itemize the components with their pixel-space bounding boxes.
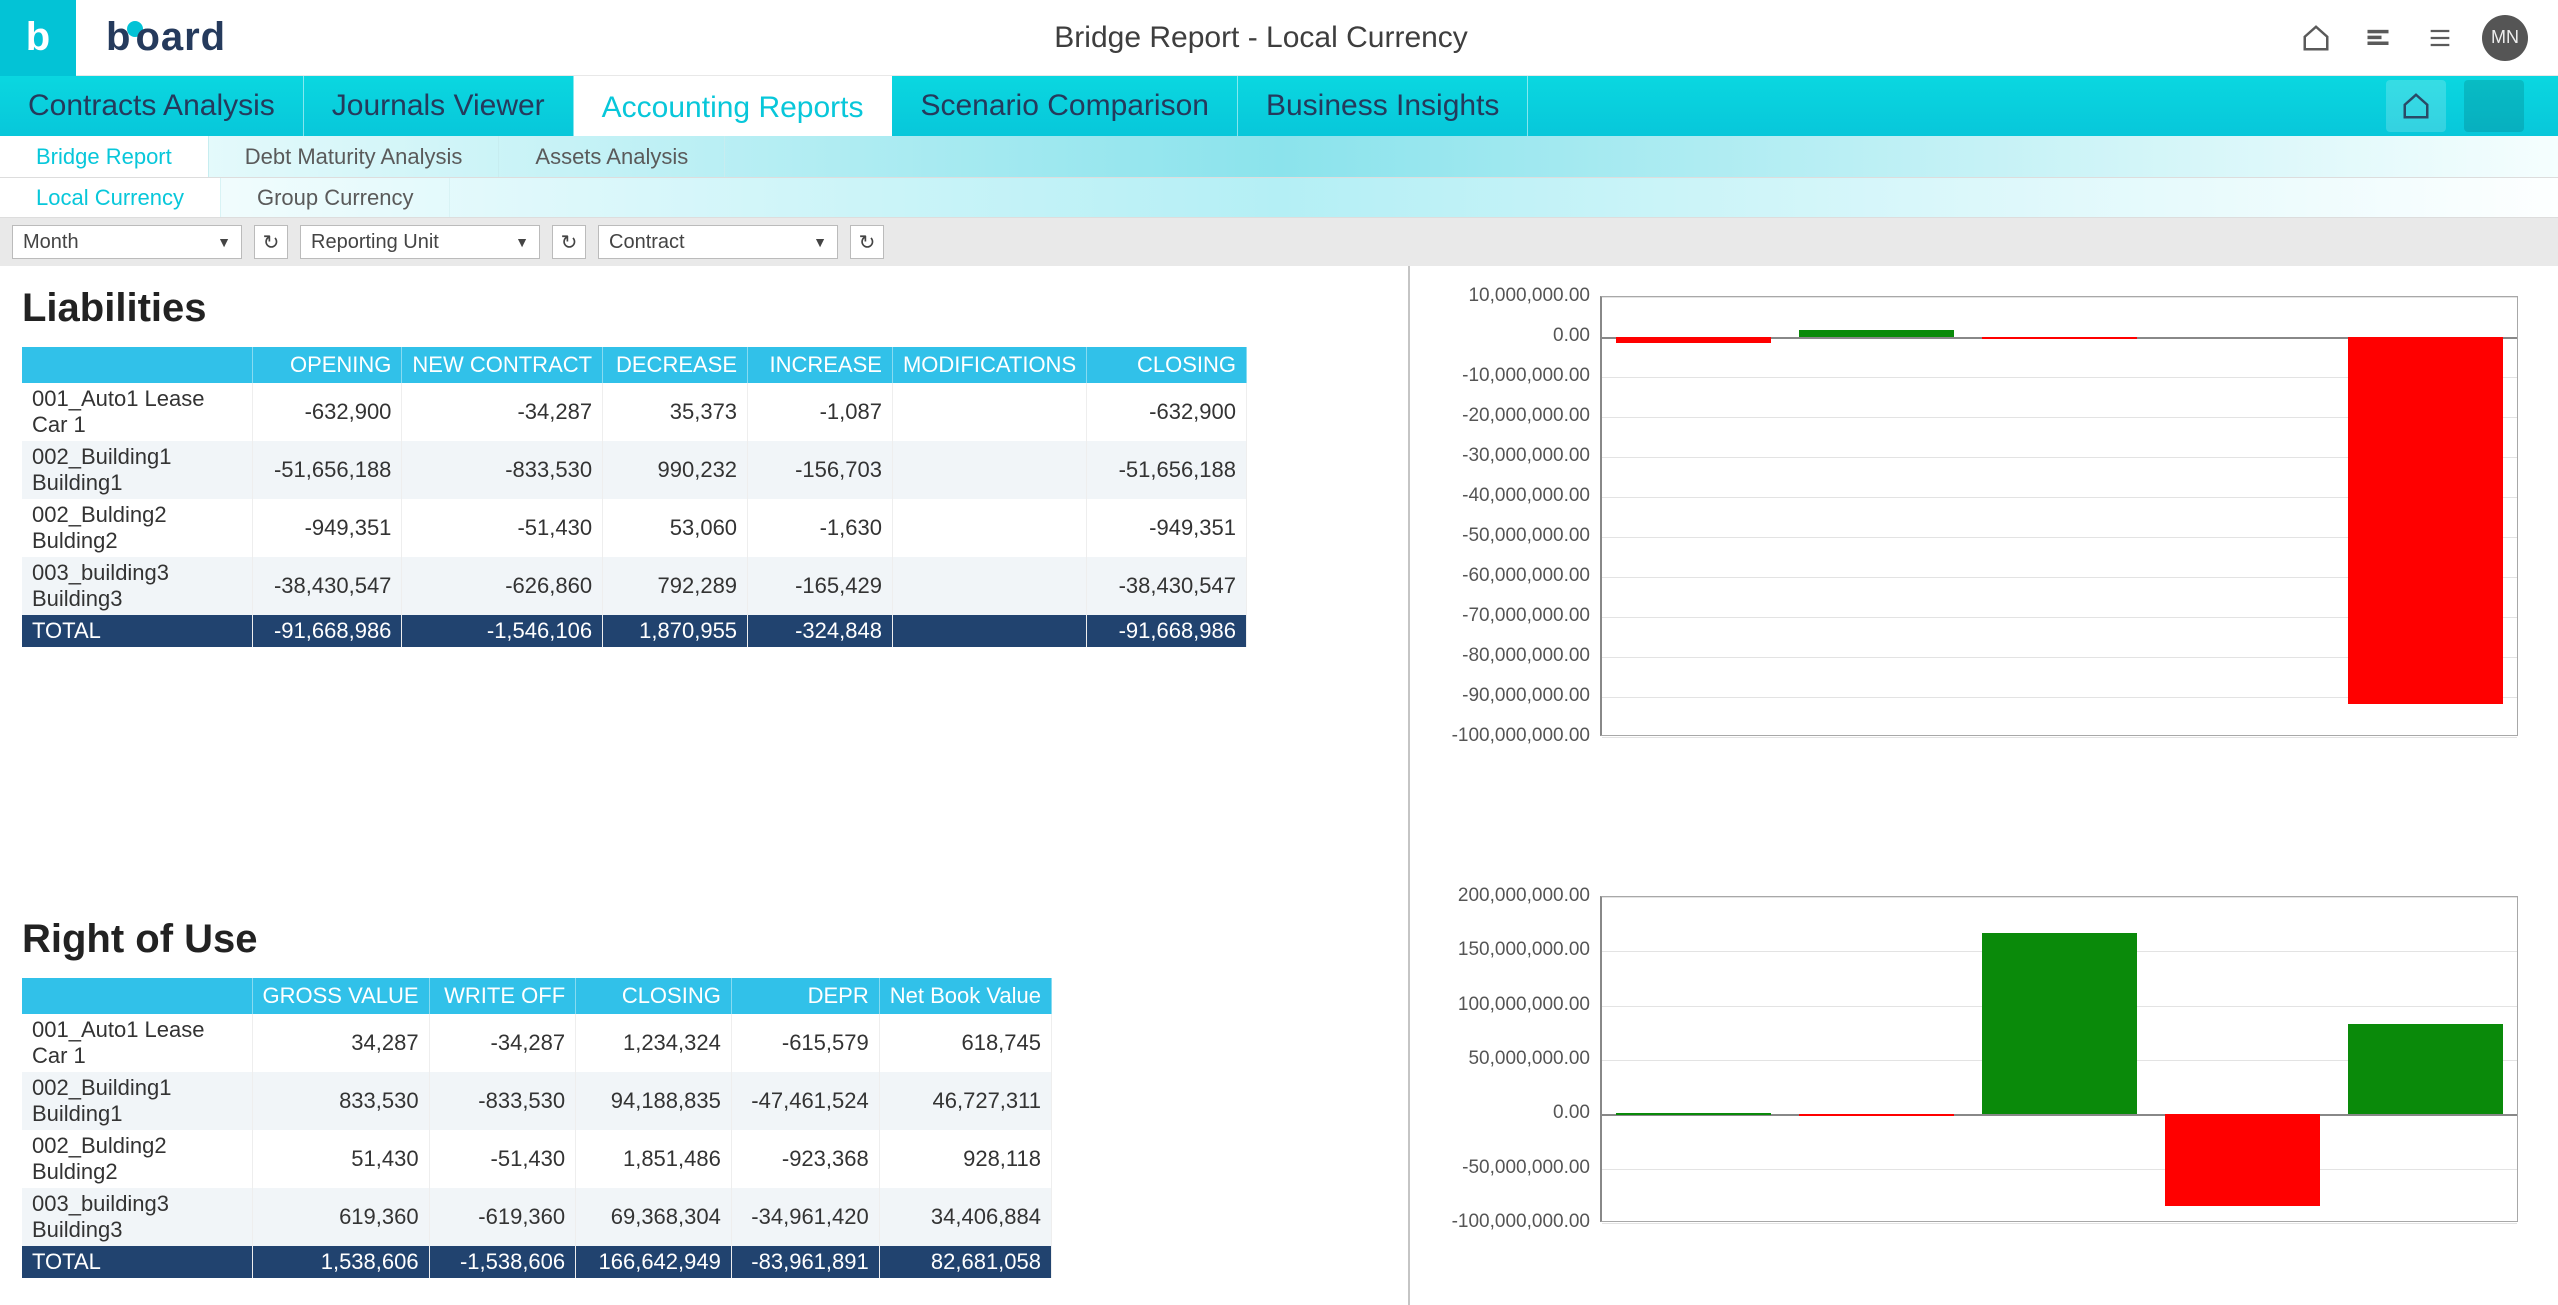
- liabilities-table: OPENING NEW CONTRACT DECREASE INCREASE M…: [22, 347, 1247, 647]
- liabilities-chart: 10,000,000.000.00-10,000,000.00-20,000,0…: [1600, 296, 2518, 741]
- top-bar: b board Bridge Report - Local Currency M…: [0, 0, 2558, 76]
- table-row[interactable]: 001_Auto1 Lease Car 134,287-34,2871,234,…: [22, 1014, 1052, 1072]
- unit-select[interactable]: Reporting Unit▼: [300, 225, 540, 259]
- presentation-icon[interactable]: [2358, 18, 2398, 58]
- tab-journals-viewer[interactable]: Journals Viewer: [304, 76, 574, 136]
- table-row[interactable]: 002_Bulding2 Bulding2-949,351-51,43053,0…: [22, 499, 1247, 557]
- liabilities-title: Liabilities: [22, 286, 1386, 331]
- table-row[interactable]: 002_Building1 Building1-51,656,188-833,5…: [22, 441, 1247, 499]
- table-row[interactable]: 003_building3 Building3619,360-619,36069…: [22, 1188, 1052, 1246]
- contract-select[interactable]: Contract▼: [598, 225, 838, 259]
- subtab-local-currency[interactable]: Local Currency: [0, 178, 221, 217]
- col-head: INCREASE: [748, 347, 893, 383]
- subtab-debt-maturity[interactable]: Debt Maturity Analysis: [209, 136, 500, 177]
- month-select[interactable]: Month▼: [12, 225, 242, 259]
- rou-title: Right of Use: [22, 917, 1386, 962]
- rou-table: GROSS VALUE WRITE OFF CLOSING DEPR Net B…: [22, 978, 1052, 1278]
- table-row[interactable]: 002_Bulding2 Bulding251,430-51,4301,851,…: [22, 1130, 1052, 1188]
- tab-business-insights[interactable]: Business Insights: [1238, 76, 1528, 136]
- sub-tabs-2: Local Currency Group Currency: [0, 178, 2558, 218]
- app-icon[interactable]: b: [0, 0, 76, 76]
- col-head: MODIFICATIONS: [892, 347, 1086, 383]
- main-tabs: Contracts Analysis Journals Viewer Accou…: [0, 76, 2558, 136]
- col-head: OPENING: [252, 347, 402, 383]
- col-head: GROSS VALUE: [252, 978, 429, 1014]
- sub-tabs-1: Bridge Report Debt Maturity Analysis Ass…: [0, 136, 2558, 178]
- col-head: CLOSING: [1087, 347, 1247, 383]
- month-refresh-icon[interactable]: ↻: [254, 225, 288, 259]
- more-button[interactable]: [2464, 80, 2524, 132]
- col-head: Net Book Value: [879, 978, 1051, 1014]
- col-head: CLOSING: [576, 978, 732, 1014]
- col-head: WRITE OFF: [429, 978, 576, 1014]
- col-head: NEW CONTRACT: [402, 347, 603, 383]
- tab-accounting-reports[interactable]: Accounting Reports: [574, 76, 893, 136]
- filter-bar: Month▼ ↻ Reporting Unit▼ ↻ Contract▼ ↻: [0, 218, 2558, 266]
- content: Liabilities OPENING NEW CONTRACT DECREAS…: [0, 266, 2558, 1305]
- table-total-row: TOTAL1,538,606-1,538,606166,642,949-83,9…: [22, 1246, 1052, 1278]
- table-row[interactable]: 002_Building1 Building1833,530-833,53094…: [22, 1072, 1052, 1130]
- unit-select-label: Reporting Unit: [311, 231, 439, 254]
- page-title: Bridge Report - Local Currency: [226, 21, 2296, 55]
- table-row[interactable]: 001_Auto1 Lease Car 1-632,900-34,28735,3…: [22, 383, 1247, 441]
- table-total-row: TOTAL-91,668,986-1,546,1061,870,955-324,…: [22, 615, 1247, 647]
- logo: board: [106, 15, 226, 60]
- home-icon[interactable]: [2296, 18, 2336, 58]
- contract-select-label: Contract: [609, 231, 685, 254]
- menu-icon[interactable]: [2420, 18, 2460, 58]
- rou-chart: 200,000,000.00150,000,000.00100,000,000.…: [1600, 896, 2518, 1226]
- tab-scenario-comparison[interactable]: Scenario Comparison: [892, 76, 1237, 136]
- unit-refresh-icon[interactable]: ↻: [552, 225, 586, 259]
- home-button[interactable]: [2386, 80, 2446, 132]
- month-select-label: Month: [23, 231, 79, 254]
- subtab-group-currency[interactable]: Group Currency: [221, 178, 451, 217]
- subtab-bridge-report[interactable]: Bridge Report: [0, 136, 209, 177]
- contract-refresh-icon[interactable]: ↻: [850, 225, 884, 259]
- avatar[interactable]: MN: [2482, 15, 2528, 61]
- col-head: DEPR: [731, 978, 879, 1014]
- tab-contracts-analysis[interactable]: Contracts Analysis: [0, 76, 304, 136]
- col-head: DECREASE: [603, 347, 748, 383]
- subtab-assets-analysis[interactable]: Assets Analysis: [499, 136, 725, 177]
- table-row[interactable]: 003_building3 Building3-38,430,547-626,8…: [22, 557, 1247, 615]
